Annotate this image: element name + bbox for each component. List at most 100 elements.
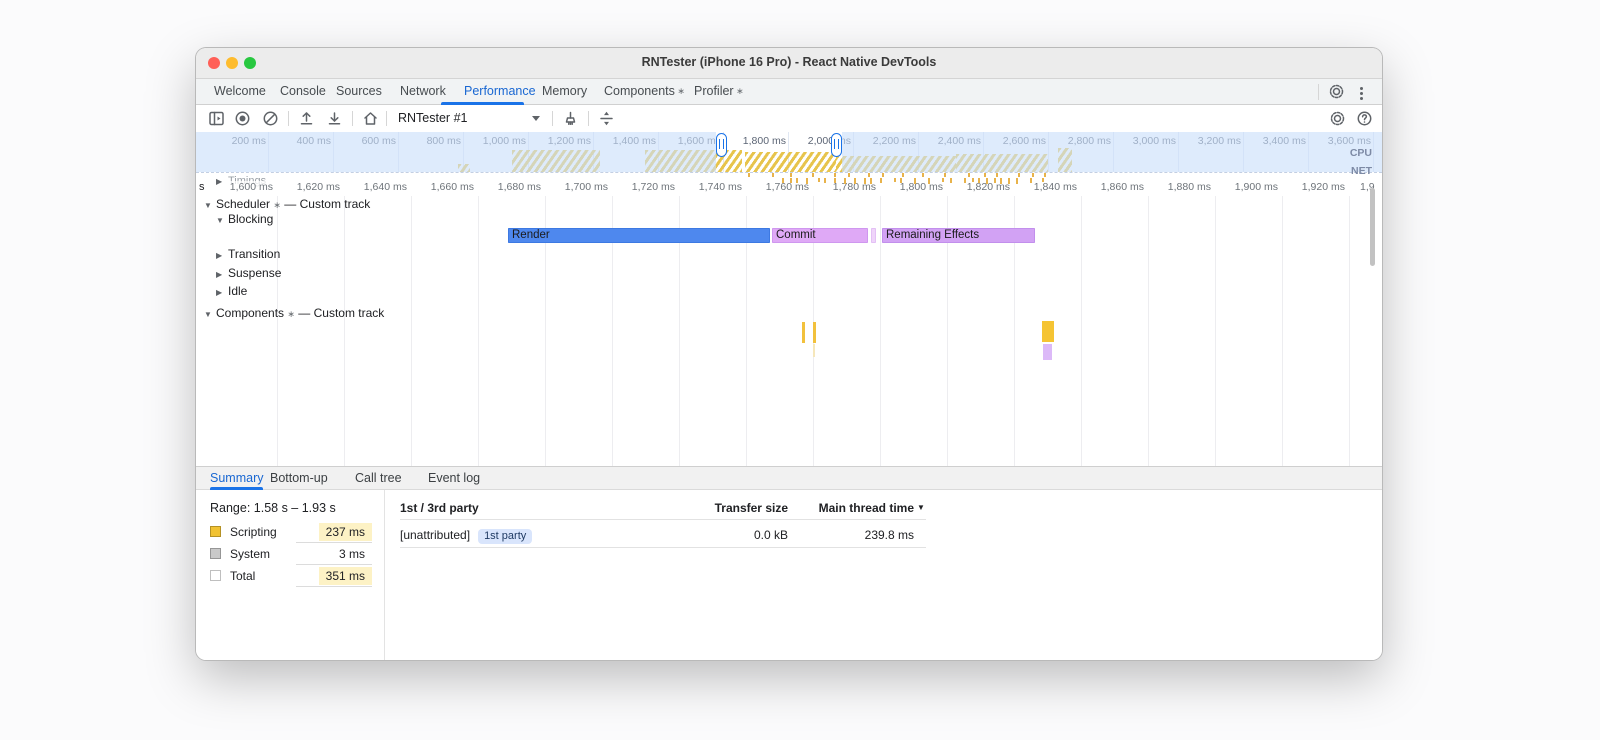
flame-gridline [1081,196,1082,466]
flame-bar-render[interactable]: Render [508,228,770,243]
record-button[interactable] [234,110,251,127]
settings-gear-icon[interactable] [1328,83,1345,100]
legend-label: System [230,547,271,561]
garbage-collect-broom-icon[interactable] [562,110,579,127]
ruler-tick-label: 1,760 ms [763,181,811,193]
track-components[interactable]: ▼ Components ∗ — Custom track [204,306,384,320]
more-options-kebab-icon[interactable] [1360,85,1363,102]
flame-gridline [1349,196,1350,466]
net-request-tick [868,173,870,177]
flame-gridline [478,196,479,466]
col-header-party[interactable]: 1st / 3rd party [400,501,479,515]
net-request-tick [834,173,836,177]
track-scheduler[interactable]: ▼ Scheduler ∗ — Custom track [204,197,370,211]
net-request-tick [1032,173,1034,177]
capture-settings-gear-icon[interactable] [1329,110,1346,127]
stray-label-fragment: s [199,181,205,193]
net-request-tick [870,178,872,184]
tab-components[interactable]: Components ∗ [600,79,689,104]
title-bar[interactable]: RNTester (iPhone 16 Pro) - React Native … [196,48,1382,79]
legend-value: 351 ms [318,567,372,585]
tab-console[interactable]: Console [276,79,330,104]
party-name: [unattributed] 1st party [400,528,533,544]
legend-row-total: Total 351 ms [210,566,372,587]
ruler-tick-label: 1,740 ms [696,181,744,193]
table-row[interactable]: [unattributed] 1st party 0.0 kB 239.8 ms [400,526,926,548]
tab-memory[interactable]: Memory [538,79,591,104]
devtools-tab-bar: Welcome Console Sources Network Performance M… [196,79,1382,105]
flame-bar-commit[interactable]: Commit [772,228,868,243]
expanded-triangle-icon[interactable]: ▼ [204,201,216,210]
net-request-tick [1042,178,1044,182]
range-handle-left[interactable] [716,133,727,157]
tab-profiler[interactable]: Profiler ∗ [690,79,748,104]
track-row-blocking[interactable]: ▼ Blocking [216,212,273,226]
net-request-tick [1008,178,1010,184]
net-request-tick [818,178,820,182]
net-request-tick [922,173,924,177]
net-request-tick [1030,178,1032,183]
net-request-tick [986,178,988,184]
collapsed-triangle-icon: ▶ [216,177,223,186]
track-row-idle[interactable]: ▶ Idle [216,284,247,298]
toggle-sidebar-icon[interactable] [208,110,225,127]
time-ruler[interactable]: ▶Timings s 1,600 ms1,620 ms1,640 ms1,660… [196,175,1382,197]
table-header-divider [400,519,926,520]
save-profile-icon[interactable] [326,110,343,127]
system-swatch [210,548,221,559]
flame-mark[interactable] [802,322,805,343]
tab-sources[interactable]: Sources [332,79,386,104]
flame-gridline [880,196,881,466]
net-request-tick [972,178,974,182]
tab-welcome[interactable]: Welcome [210,79,270,104]
expanded-triangle-icon[interactable]: ▼ [216,216,228,225]
legend-divider [296,564,372,565]
legend-row-system: System 3 ms [210,544,372,565]
range-label: Range: 1.58 s – 1.93 s [210,501,336,515]
main-thread-time-value: 239.8 ms [864,528,914,542]
transfer-size-value: 0.0 kB [753,528,788,542]
expanded-triangle-icon[interactable]: ▼ [204,310,216,319]
flame-mark[interactable] [1043,344,1052,360]
vertical-scrollbar[interactable] [1370,188,1375,266]
bottom-tab-call-tree[interactable]: Call tree [355,467,402,490]
collapse-tracks-icon[interactable] [598,110,615,127]
bottom-tab-summary[interactable]: Summary [210,467,264,490]
net-request-tick [1000,178,1002,184]
legend-value: 237 ms [318,523,372,541]
cpu-track-label: CPU [1349,147,1372,159]
flame-mark[interactable] [813,322,816,343]
overview-dimmed-right [842,132,1382,172]
track-row-suspense[interactable]: ▶ Suspense [216,266,281,280]
load-profile-icon[interactable] [298,110,315,127]
timeline-overview[interactable]: 200 ms400 ms600 ms800 ms1,000 ms1,200 ms… [196,132,1382,178]
help-icon[interactable] [1356,110,1373,127]
tab-network[interactable]: Network [396,79,450,104]
flame-mark[interactable] [813,344,815,357]
net-request-tick [848,173,850,177]
collapsed-triangle-icon[interactable]: ▶ [216,251,228,260]
flame-bar-remaining-effects[interactable]: Remaining Effects [882,228,1035,243]
sort-descending-icon[interactable]: ▼ [917,503,925,512]
collapsed-triangle-icon[interactable]: ▶ [216,270,228,279]
flame-mark[interactable] [1042,321,1054,342]
net-request-tick [994,178,996,183]
bottom-tab-event-log[interactable]: Event log [428,467,480,490]
clear-icon[interactable] [262,110,279,127]
flame-bar-fragment[interactable] [871,228,876,243]
ruler-tick-label: 1,680 ms [495,181,543,193]
device-selector[interactable]: RNTester #1 [398,108,467,128]
track-row-transition[interactable]: ▶ Transition [216,247,280,261]
net-request-tick [882,173,884,177]
col-header-transfer[interactable]: Transfer size [688,501,788,515]
bottom-tab-bottom-up[interactable]: Bottom-up [270,467,328,490]
custom-track-marker: ∗ [273,200,281,210]
col-header-mainthread[interactable]: Main thread time [804,501,914,515]
window-title: RNTester (iPhone 16 Pro) - React Native … [641,55,937,69]
flame-chart[interactable]: ▼ Scheduler ∗ — Custom track ▼ Blocking ▶ Tr… [196,196,1382,466]
collapsed-triangle-icon[interactable]: ▶ [216,288,228,297]
tab-performance[interactable]: Performance [460,79,540,104]
range-handle-right[interactable] [831,133,842,157]
home-icon[interactable] [362,110,379,127]
cpu-activity-block [745,152,836,172]
